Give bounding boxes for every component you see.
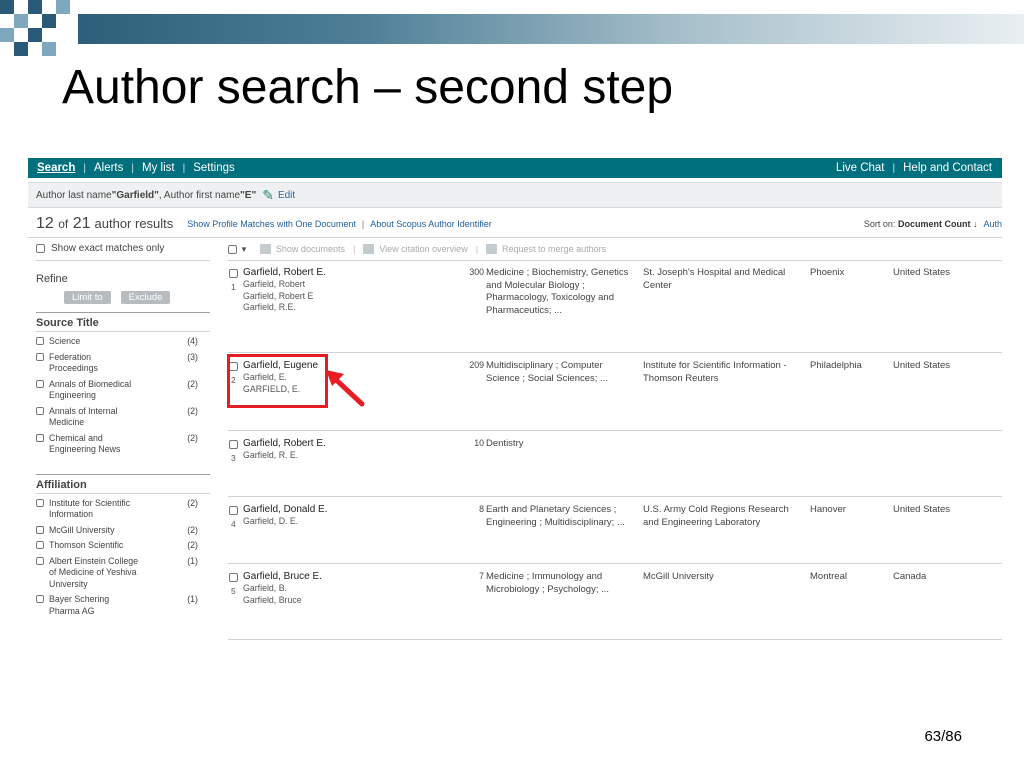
document-count-link[interactable]: 7 bbox=[434, 571, 484, 581]
show-profile-matches-link[interactable]: Show Profile Matches with One Document bbox=[187, 219, 356, 229]
author-result-row: 4 Garfield, Donald E. Garfield, D. E. 8 … bbox=[228, 498, 1002, 564]
facet-checkbox[interactable] bbox=[36, 541, 44, 549]
refine-sidebar: Show exact matches only Refine Limit to … bbox=[36, 240, 210, 621]
affiliation-facet-list: Institute for Scientific Information (2) … bbox=[36, 498, 210, 618]
affiliation-heading: Affiliation bbox=[36, 473, 210, 494]
documents-icon bbox=[259, 244, 271, 254]
facet-checkbox[interactable] bbox=[36, 433, 44, 442]
results-toolbar: ▼ Show documents | View citation overvie… bbox=[228, 240, 1002, 258]
row-checkbox[interactable] bbox=[229, 269, 238, 278]
row-checkbox[interactable] bbox=[229, 440, 238, 449]
limit-to-button[interactable]: Limit to bbox=[64, 291, 111, 304]
nav-settings[interactable]: Settings bbox=[193, 162, 235, 174]
facet-item[interactable]: Thomson Scientific (2) bbox=[36, 540, 210, 552]
exact-matches-option[interactable]: Show exact matches only bbox=[36, 240, 210, 256]
row-checkbox[interactable] bbox=[229, 573, 238, 582]
citation-chart-icon bbox=[363, 244, 375, 254]
select-all-checkbox[interactable] bbox=[228, 244, 237, 254]
author-name-link[interactable]: Garfield, Bruce E. bbox=[243, 571, 443, 583]
facet-item[interactable]: Institute for Scientific Information (2) bbox=[36, 498, 210, 521]
author-result-row: 3 Garfield, Robert E. Garfield, R. E. 10… bbox=[228, 432, 1002, 497]
slide-number: 63/86 bbox=[924, 728, 962, 745]
facet-item[interactable]: Annals of Biomedical Engineering (2) bbox=[36, 379, 210, 402]
facet-item[interactable]: Science (4) bbox=[36, 336, 210, 348]
facet-item[interactable]: Annals of Internal Medicine (2) bbox=[36, 406, 210, 429]
facet-checkbox[interactable] bbox=[36, 556, 44, 565]
query-last-name: "Garfield" bbox=[111, 189, 159, 201]
document-count-link[interactable]: 300 bbox=[434, 267, 484, 277]
result-count: 12 of 21 author results bbox=[36, 215, 174, 232]
facet-item[interactable]: Bayer Schering Pharma AG (1) bbox=[36, 594, 210, 617]
chevron-down-icon[interactable]: ▼ bbox=[240, 245, 248, 254]
facet-checkbox[interactable] bbox=[36, 498, 44, 507]
source-title-facet-list: Science (4) Federation Proceedings (3) Ann… bbox=[36, 336, 210, 456]
request-merge-button[interactable]: Request to merge authors bbox=[502, 244, 606, 254]
document-count-link[interactable]: 209 bbox=[434, 360, 484, 370]
nav-alerts[interactable]: Alerts bbox=[94, 162, 123, 174]
nav-my-list[interactable]: My list bbox=[142, 162, 175, 174]
facet-checkbox[interactable] bbox=[36, 337, 44, 345]
show-documents-button[interactable]: Show documents bbox=[276, 244, 345, 254]
nav-live-chat[interactable]: Live Chat bbox=[836, 162, 885, 174]
facet-checkbox[interactable] bbox=[36, 379, 44, 388]
row-checkbox[interactable] bbox=[229, 506, 238, 515]
exact-matches-checkbox[interactable] bbox=[36, 243, 45, 253]
sort-control[interactable]: Sort on: Document Count ↓ Auth bbox=[864, 219, 1002, 229]
slide-title: Author search – second step bbox=[62, 61, 674, 114]
facet-checkbox[interactable] bbox=[36, 352, 44, 361]
facet-item[interactable]: Federation Proceedings (3) bbox=[36, 352, 210, 375]
facet-item[interactable]: Albert Einstein College of Medicine of Y… bbox=[36, 556, 210, 591]
facet-item[interactable]: McGill University (2) bbox=[36, 525, 210, 537]
merge-request-icon bbox=[486, 244, 498, 254]
author-result-row: 5 Garfield, Bruce E. Garfield, B. Garfie… bbox=[228, 565, 1002, 640]
about-author-identifier-link[interactable]: About Scopus Author Identifier bbox=[370, 219, 492, 229]
sort-arrow-icon: ↓ bbox=[972, 219, 978, 229]
red-arrow-icon bbox=[326, 370, 365, 407]
results-header: 12 of 21 author results Show Profile Matc… bbox=[36, 215, 1002, 232]
scopus-screenshot: Search | Alerts | My list | Settings Liv… bbox=[28, 158, 1002, 642]
search-query-summary: Author last name "Garfield" , Author fir… bbox=[28, 182, 1002, 208]
document-count-link[interactable]: 10 bbox=[434, 438, 484, 448]
facet-checkbox[interactable] bbox=[36, 406, 44, 415]
edit-pen-icon: ✎ bbox=[262, 186, 274, 203]
facet-checkbox[interactable] bbox=[36, 595, 44, 603]
highlight-box bbox=[227, 354, 328, 408]
document-count-link[interactable]: 8 bbox=[434, 504, 484, 514]
author-name-link[interactable]: Garfield, Robert E. bbox=[243, 267, 443, 279]
top-navigation: Search | Alerts | My list | Settings Liv… bbox=[28, 158, 1002, 178]
author-result-row: 1 Garfield, Robert E. Garfield, Robert G… bbox=[228, 261, 1002, 353]
refine-heading: Refine bbox=[36, 273, 68, 285]
facet-checkbox[interactable] bbox=[36, 525, 44, 534]
nav-search[interactable]: Search bbox=[37, 162, 75, 174]
author-name-link[interactable]: Garfield, Donald E. bbox=[243, 504, 443, 516]
query-first-name: "E" bbox=[240, 189, 257, 201]
source-title-heading: Source Title bbox=[36, 312, 210, 332]
slide-corner-decoration bbox=[0, 0, 80, 60]
author-name-link[interactable]: Garfield, Robert E. bbox=[243, 438, 443, 450]
exclude-button[interactable]: Exclude bbox=[120, 291, 171, 304]
nav-help-contact[interactable]: Help and Contact bbox=[903, 162, 992, 174]
edit-query-link[interactable]: ✎ Edit bbox=[262, 187, 295, 204]
facet-item[interactable]: Chemical and Engineering News (2) bbox=[36, 433, 210, 456]
slide-banner bbox=[78, 14, 1024, 44]
view-citation-overview-button[interactable]: View citation overview bbox=[379, 244, 467, 254]
